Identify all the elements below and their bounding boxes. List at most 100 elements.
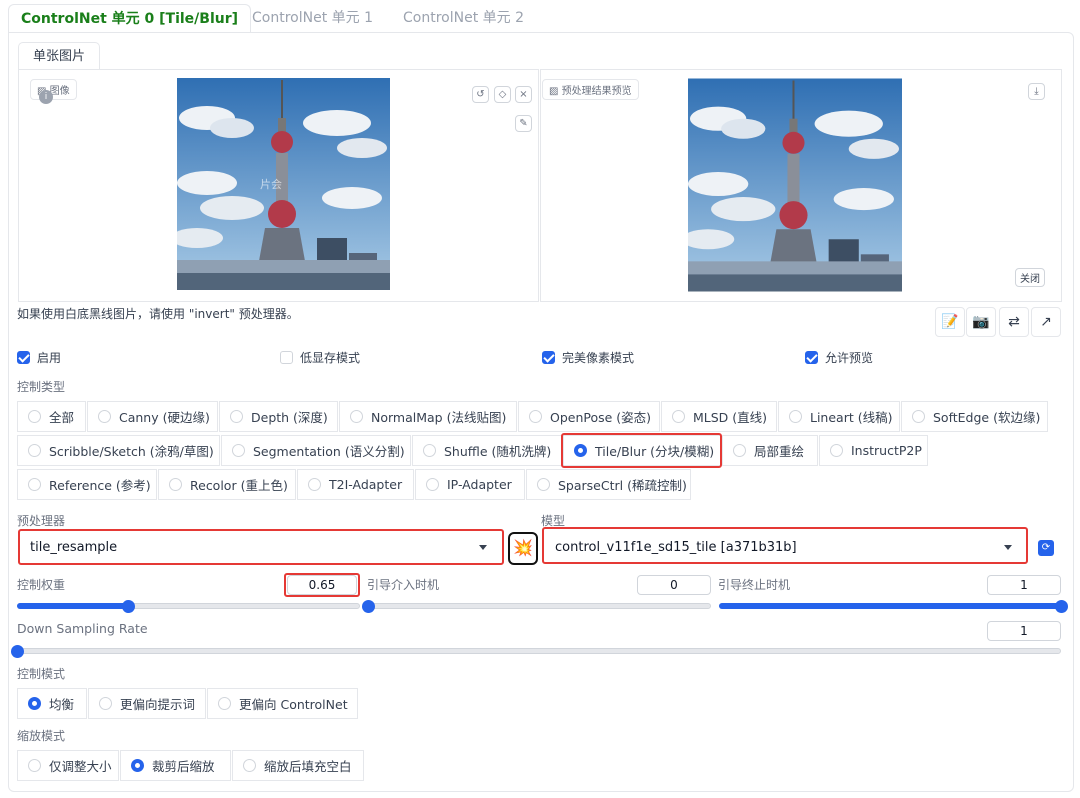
radio-dot[interactable] xyxy=(789,410,802,423)
resize-mode-option[interactable]: 仅调整大小 xyxy=(17,750,119,781)
control-type-option[interactable]: Reference (参考) xyxy=(17,469,157,500)
control-type-option[interactable]: Depth (深度) xyxy=(219,401,338,432)
control-type-option[interactable]: Lineart (线稿) xyxy=(778,401,900,432)
download-icon[interactable]: ⤓ xyxy=(1028,83,1045,100)
resize-mode-option[interactable]: 缩放后填充空白 xyxy=(232,750,364,781)
control-type-option[interactable]: SparseCtrl (稀疏控制) xyxy=(526,469,691,500)
radio-dot[interactable] xyxy=(243,759,256,772)
option-label: InstructP2P xyxy=(851,443,922,458)
image-label: ▨ 图像 xyxy=(30,79,77,100)
send-icon[interactable]: ↗ xyxy=(1031,307,1061,337)
enable-checkbox-box[interactable] xyxy=(17,351,30,364)
low-vram-label: 低显存模式 xyxy=(300,351,361,365)
camera-icon[interactable]: 📷 xyxy=(966,307,996,337)
option-label: 全部 xyxy=(49,410,75,425)
control-mode-option-selected[interactable]: 均衡 xyxy=(17,688,87,719)
radio-dot[interactable] xyxy=(28,410,41,423)
radio-dot[interactable] xyxy=(169,478,182,491)
allow-preview-checkbox-box[interactable] xyxy=(805,351,818,364)
radio-dot[interactable] xyxy=(426,478,439,491)
allow-preview-checkbox[interactable]: 允许预览 xyxy=(805,349,873,366)
control-type-option[interactable]: MLSD (直线) xyxy=(661,401,777,432)
control-mode-option[interactable]: 更偏向提示词 xyxy=(88,688,206,719)
pixel-perfect-checkbox-box[interactable] xyxy=(542,351,555,364)
close-icon[interactable]: × xyxy=(515,86,532,103)
resize-mode-option-selected[interactable]: 裁剪后缩放 xyxy=(120,750,231,781)
guidance-end-input[interactable]: 1 xyxy=(987,575,1061,595)
low-vram-checkbox[interactable]: 低显存模式 xyxy=(280,349,360,366)
guidance-start-label: 引导介入时机 xyxy=(367,578,440,592)
control-type-option[interactable]: InstructP2P xyxy=(819,435,928,466)
swap-icon[interactable]: ⇄ xyxy=(999,307,1029,337)
radio-dot[interactable] xyxy=(218,697,231,710)
rotate-icon[interactable]: ↺ xyxy=(472,86,489,103)
guidance-end-handle[interactable] xyxy=(1055,600,1068,613)
radio-dot[interactable] xyxy=(672,410,685,423)
guidance-start-track[interactable] xyxy=(368,603,711,609)
low-vram-checkbox-box[interactable] xyxy=(280,351,293,364)
brush-icon[interactable]: ✎ xyxy=(515,115,532,132)
run-preprocessor-button[interactable]: 💥 xyxy=(508,532,538,565)
radio-dot[interactable] xyxy=(28,759,41,772)
allow-preview-label: 允许预览 xyxy=(825,351,874,365)
control-type-option[interactable]: Scribble/Sketch (涂鸦/草图) xyxy=(17,435,220,466)
tab-controlnet-unit-2[interactable]: ControlNet 单元 2 xyxy=(391,4,536,33)
radio-dot[interactable] xyxy=(350,410,363,423)
radio-dot[interactable] xyxy=(232,444,245,457)
control-type-option[interactable]: Segmentation (语义分割) xyxy=(221,435,411,466)
highlight-weight xyxy=(284,573,360,597)
radio-dot[interactable] xyxy=(423,444,436,457)
refresh-icon[interactable]: ⟳ xyxy=(1038,540,1054,556)
guidance-end-label: 引导终止时机 xyxy=(718,578,791,592)
image-watermark: 片会 xyxy=(260,178,282,191)
radio-dot[interactable] xyxy=(733,444,746,457)
option-label: IP-Adapter xyxy=(447,477,512,492)
guidance-start-input[interactable]: 0 xyxy=(637,575,711,595)
control-type-option[interactable]: Shuffle (随机洗牌) xyxy=(412,435,562,466)
option-label: NormalMap (法线贴图) xyxy=(371,410,507,425)
control-type-option[interactable]: NormalMap (法线贴图) xyxy=(339,401,517,432)
control-type-option[interactable]: 局部重绘 xyxy=(722,435,818,466)
control-type-option[interactable]: Canny (硬边缘) xyxy=(87,401,218,432)
down-sampling-input[interactable]: 1 xyxy=(987,621,1061,641)
tab-single-image[interactable]: 单张图片 xyxy=(18,42,101,70)
enable-checkbox[interactable]: 启用 xyxy=(17,349,61,366)
eraser-icon[interactable]: ◇ xyxy=(494,86,511,103)
tab-controlnet-unit-0[interactable]: ControlNet 单元 0 [Tile/Blur] xyxy=(8,4,252,33)
down-sampling-track[interactable] xyxy=(17,648,1061,654)
control-type-option[interactable]: 全部 xyxy=(17,401,86,432)
guidance-start-handle[interactable] xyxy=(362,600,375,613)
control-type-option[interactable]: OpenPose (姿态) xyxy=(518,401,660,432)
option-label: SparseCtrl (稀疏控制) xyxy=(558,478,687,493)
edit-icon[interactable]: 📝 xyxy=(935,307,965,337)
pixel-perfect-checkbox[interactable]: 完美像素模式 xyxy=(542,349,634,366)
radio-dot[interactable] xyxy=(529,410,542,423)
option-label: MLSD (直线) xyxy=(693,410,768,425)
option-label: 缩放后填充空白 xyxy=(264,759,352,774)
invert-hint: 如果使用白底黑线图片，请使用 "invert" 预处理器。 xyxy=(17,307,299,321)
radio-dot-selected[interactable] xyxy=(28,697,41,710)
radio-dot[interactable] xyxy=(28,444,41,457)
option-label: SoftEdge (软边缘) xyxy=(933,410,1041,425)
control-type-option[interactable]: SoftEdge (软边缘) xyxy=(901,401,1048,432)
down-sampling-handle[interactable] xyxy=(11,645,24,658)
option-label: 裁剪后缩放 xyxy=(152,759,215,774)
preview-label-icon: ▨ xyxy=(549,86,562,97)
control-type-option[interactable]: T2I-Adapter xyxy=(297,469,414,500)
close-preview-button[interactable]: 关闭 xyxy=(1015,268,1045,287)
radio-dot[interactable] xyxy=(830,444,843,457)
radio-dot[interactable] xyxy=(28,478,41,491)
control-type-option[interactable]: IP-Adapter xyxy=(415,469,525,500)
control-type-option[interactable]: Recolor (重上色) xyxy=(158,469,296,500)
tab-controlnet-unit-1[interactable]: ControlNet 单元 1 xyxy=(240,4,385,33)
radio-dot[interactable] xyxy=(912,410,925,423)
radio-dot[interactable] xyxy=(98,410,111,423)
radio-dot[interactable] xyxy=(230,410,243,423)
radio-dot[interactable] xyxy=(99,697,112,710)
radio-dot[interactable] xyxy=(537,478,550,491)
resize-mode-label: 缩放模式 xyxy=(17,729,66,743)
control-weight-fill xyxy=(17,603,129,609)
radio-dot[interactable] xyxy=(308,478,321,491)
control-mode-option[interactable]: 更偏向 ControlNet xyxy=(207,688,358,719)
radio-dot-selected[interactable] xyxy=(131,759,144,772)
